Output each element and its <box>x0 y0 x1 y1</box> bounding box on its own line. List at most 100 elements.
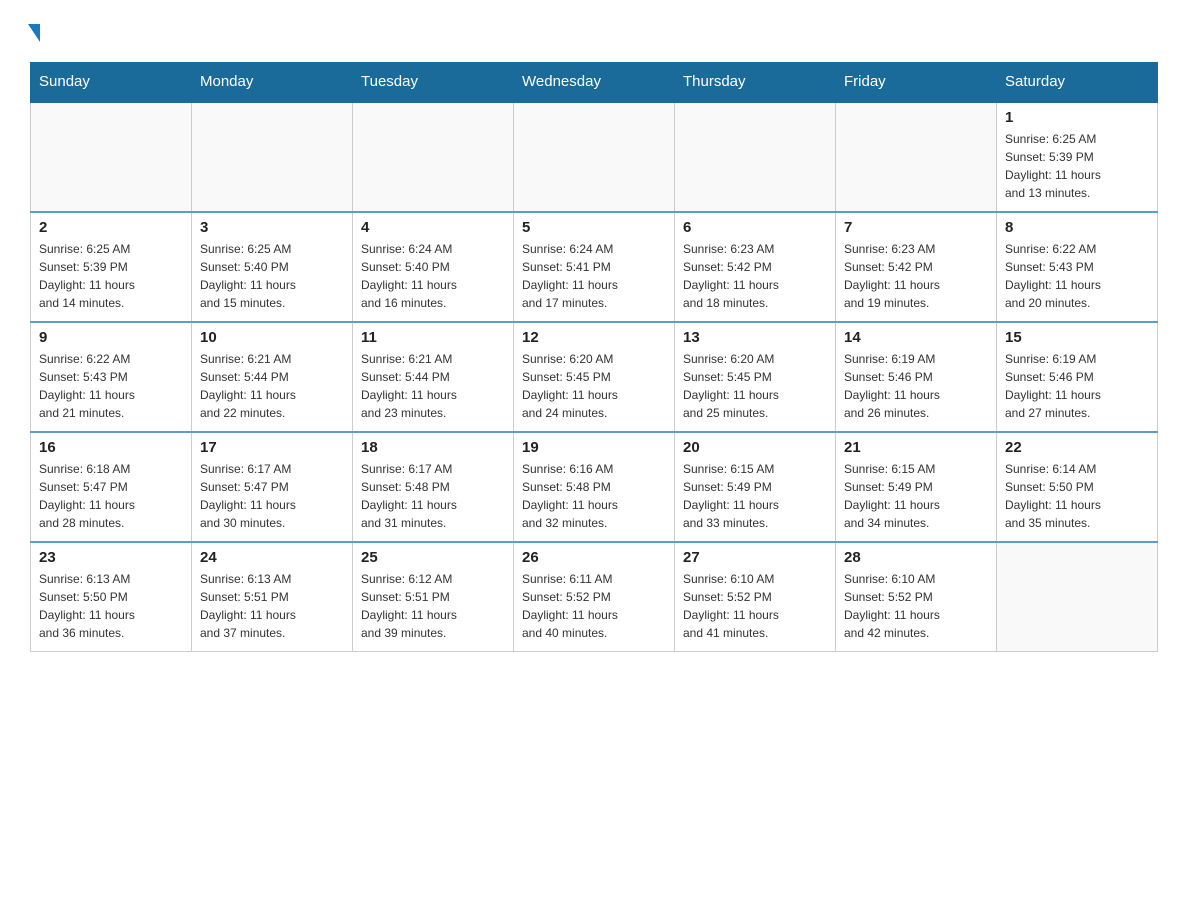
day-number: 11 <box>361 329 505 346</box>
day-info: Sunrise: 6:13 AM Sunset: 5:51 PM Dayligh… <box>200 570 344 642</box>
calendar-cell: 10 Sunrise: 6:21 AM Sunset: 5:44 PM Dayli… <box>192 322 353 432</box>
calendar-cell <box>353 102 514 212</box>
day-info: Sunrise: 6:19 AM Sunset: 5:46 PM Dayligh… <box>844 350 988 422</box>
calendar-cell <box>31 102 192 212</box>
day-info: Sunrise: 6:20 AM Sunset: 5:45 PM Dayligh… <box>683 350 827 422</box>
day-info: Sunrise: 6:18 AM Sunset: 5:47 PM Dayligh… <box>39 460 183 532</box>
day-number: 10 <box>200 329 344 346</box>
day-number: 7 <box>844 219 988 236</box>
day-info: Sunrise: 6:17 AM Sunset: 5:47 PM Dayligh… <box>200 460 344 532</box>
calendar-cell <box>836 102 997 212</box>
day-info: Sunrise: 6:25 AM Sunset: 5:39 PM Dayligh… <box>39 240 183 312</box>
day-info: Sunrise: 6:17 AM Sunset: 5:48 PM Dayligh… <box>361 460 505 532</box>
week-row-1: 1Sunrise: 6:25 AM Sunset: 5:39 PM Daylig… <box>31 102 1158 212</box>
calendar-cell: 4 Sunrise: 6:24 AM Sunset: 5:40 PM Daylig… <box>353 212 514 322</box>
day-info: Sunrise: 6:25 AM Sunset: 5:40 PM Dayligh… <box>200 240 344 312</box>
day-info: Sunrise: 6:15 AM Sunset: 5:49 PM Dayligh… <box>683 460 827 532</box>
day-number: 28 <box>844 549 988 566</box>
day-number: 1 <box>1005 109 1149 126</box>
day-info: Sunrise: 6:10 AM Sunset: 5:52 PM Dayligh… <box>683 570 827 642</box>
logo-arrow-icon <box>28 24 40 42</box>
calendar-cell: 5 Sunrise: 6:24 AM Sunset: 5:41 PM Daylig… <box>514 212 675 322</box>
weekday-header-friday: Friday <box>836 63 997 102</box>
day-info: Sunrise: 6:11 AM Sunset: 5:52 PM Dayligh… <box>522 570 666 642</box>
weekday-header-monday: Monday <box>192 63 353 102</box>
day-info: Sunrise: 6:23 AM Sunset: 5:42 PM Dayligh… <box>844 240 988 312</box>
day-number: 24 <box>200 549 344 566</box>
calendar-cell: 18 Sunrise: 6:17 AM Sunset: 5:48 PM Dayli… <box>353 432 514 542</box>
day-number: 23 <box>39 549 183 566</box>
calendar-cell: 15 Sunrise: 6:19 AM Sunset: 5:46 PM Dayli… <box>997 322 1158 432</box>
calendar-cell: 8Sunrise: 6:22 AM Sunset: 5:43 PM Daylig… <box>997 212 1158 322</box>
day-info: Sunrise: 6:24 AM Sunset: 5:40 PM Dayligh… <box>361 240 505 312</box>
day-number: 16 <box>39 439 183 456</box>
day-info: Sunrise: 6:23 AM Sunset: 5:42 PM Dayligh… <box>683 240 827 312</box>
calendar-cell: 2Sunrise: 6:25 AM Sunset: 5:39 PM Daylig… <box>31 212 192 322</box>
day-number: 5 <box>522 219 666 236</box>
day-info: Sunrise: 6:21 AM Sunset: 5:44 PM Dayligh… <box>361 350 505 422</box>
calendar-cell: 6 Sunrise: 6:23 AM Sunset: 5:42 PM Daylig… <box>675 212 836 322</box>
calendar-cell: 1Sunrise: 6:25 AM Sunset: 5:39 PM Daylig… <box>997 102 1158 212</box>
day-info: Sunrise: 6:14 AM Sunset: 5:50 PM Dayligh… <box>1005 460 1149 532</box>
calendar-cell: 26 Sunrise: 6:11 AM Sunset: 5:52 PM Dayli… <box>514 542 675 652</box>
weekday-header-saturday: Saturday <box>997 63 1158 102</box>
calendar-cell <box>514 102 675 212</box>
calendar-cell: 28 Sunrise: 6:10 AM Sunset: 5:52 PM Dayli… <box>836 542 997 652</box>
calendar-cell: 12 Sunrise: 6:20 AM Sunset: 5:45 PM Dayli… <box>514 322 675 432</box>
day-number: 22 <box>1005 439 1149 456</box>
weekday-header-wednesday: Wednesday <box>514 63 675 102</box>
calendar-cell: 3 Sunrise: 6:25 AM Sunset: 5:40 PM Daylig… <box>192 212 353 322</box>
calendar-cell: 16 Sunrise: 6:18 AM Sunset: 5:47 PM Dayli… <box>31 432 192 542</box>
week-row-3: 9 Sunrise: 6:22 AM Sunset: 5:43 PM Daylig… <box>31 322 1158 432</box>
calendar-cell: 25Sunrise: 6:12 AM Sunset: 5:51 PM Dayli… <box>353 542 514 652</box>
weekday-header-tuesday: Tuesday <box>353 63 514 102</box>
week-row-4: 16 Sunrise: 6:18 AM Sunset: 5:47 PM Dayli… <box>31 432 1158 542</box>
week-row-5: 23 Sunrise: 6:13 AM Sunset: 5:50 PM Dayli… <box>31 542 1158 652</box>
calendar-cell: 11 Sunrise: 6:21 AM Sunset: 5:44 PM Dayli… <box>353 322 514 432</box>
calendar-table: SundayMondayTuesdayWednesdayThursdayFrid… <box>30 62 1158 652</box>
calendar-cell: 19Sunrise: 6:16 AM Sunset: 5:48 PM Dayli… <box>514 432 675 542</box>
calendar-cell <box>997 542 1158 652</box>
calendar-cell <box>192 102 353 212</box>
weekday-header-sunday: Sunday <box>31 63 192 102</box>
day-number: 21 <box>844 439 988 456</box>
calendar-cell: 27Sunrise: 6:10 AM Sunset: 5:52 PM Dayli… <box>675 542 836 652</box>
calendar-cell: 24 Sunrise: 6:13 AM Sunset: 5:51 PM Dayli… <box>192 542 353 652</box>
day-number: 9 <box>39 329 183 346</box>
day-info: Sunrise: 6:16 AM Sunset: 5:48 PM Dayligh… <box>522 460 666 532</box>
day-info: Sunrise: 6:12 AM Sunset: 5:51 PM Dayligh… <box>361 570 505 642</box>
calendar-cell: 17Sunrise: 6:17 AM Sunset: 5:47 PM Dayli… <box>192 432 353 542</box>
logo <box>30 20 40 42</box>
calendar-body: 1 Sunrise: 6:25 AM Sunset: 5:39 PM Daylig… <box>31 102 1158 652</box>
day-info: Sunrise: 6:20 AM Sunset: 5:45 PM Dayligh… <box>522 350 666 422</box>
calendar-cell: 13 Sunrise: 6:20 AM Sunset: 5:45 PM Dayli… <box>675 322 836 432</box>
calendar-cell: 20 Sunrise: 6:15 AM Sunset: 5:49 PM Dayli… <box>675 432 836 542</box>
day-number: 20 <box>683 439 827 456</box>
calendar-cell: 9 Sunrise: 6:22 AM Sunset: 5:43 PM Daylig… <box>31 322 192 432</box>
calendar-cell: 23 Sunrise: 6:13 AM Sunset: 5:50 PM Dayli… <box>31 542 192 652</box>
day-number: 12 <box>522 329 666 346</box>
calendar-cell: 21 Sunrise: 6:15 AM Sunset: 5:49 PM Dayli… <box>836 432 997 542</box>
weekday-header-row: SundayMondayTuesdayWednesdayThursdayFrid… <box>31 63 1158 102</box>
day-info: Sunrise: 6:24 AM Sunset: 5:41 PM Dayligh… <box>522 240 666 312</box>
day-number: 26 <box>522 549 666 566</box>
day-number: 8 <box>1005 219 1149 236</box>
calendar-cell: 7 Sunrise: 6:23 AM Sunset: 5:42 PM Daylig… <box>836 212 997 322</box>
day-number: 15 <box>1005 329 1149 346</box>
day-info: Sunrise: 6:22 AM Sunset: 5:43 PM Dayligh… <box>39 350 183 422</box>
day-number: 3 <box>200 219 344 236</box>
page-header <box>30 20 1158 42</box>
day-info: Sunrise: 6:21 AM Sunset: 5:44 PM Dayligh… <box>200 350 344 422</box>
day-info: Sunrise: 6:15 AM Sunset: 5:49 PM Dayligh… <box>844 460 988 532</box>
week-row-2: 2Sunrise: 6:25 AM Sunset: 5:39 PM Daylig… <box>31 212 1158 322</box>
day-number: 18 <box>361 439 505 456</box>
weekday-header-thursday: Thursday <box>675 63 836 102</box>
calendar-cell: 14Sunrise: 6:19 AM Sunset: 5:46 PM Dayli… <box>836 322 997 432</box>
day-info: Sunrise: 6:19 AM Sunset: 5:46 PM Dayligh… <box>1005 350 1149 422</box>
day-number: 13 <box>683 329 827 346</box>
day-number: 4 <box>361 219 505 236</box>
calendar-cell: 22 Sunrise: 6:14 AM Sunset: 5:50 PM Dayli… <box>997 432 1158 542</box>
day-info: Sunrise: 6:10 AM Sunset: 5:52 PM Dayligh… <box>844 570 988 642</box>
day-info: Sunrise: 6:13 AM Sunset: 5:50 PM Dayligh… <box>39 570 183 642</box>
day-number: 6 <box>683 219 827 236</box>
